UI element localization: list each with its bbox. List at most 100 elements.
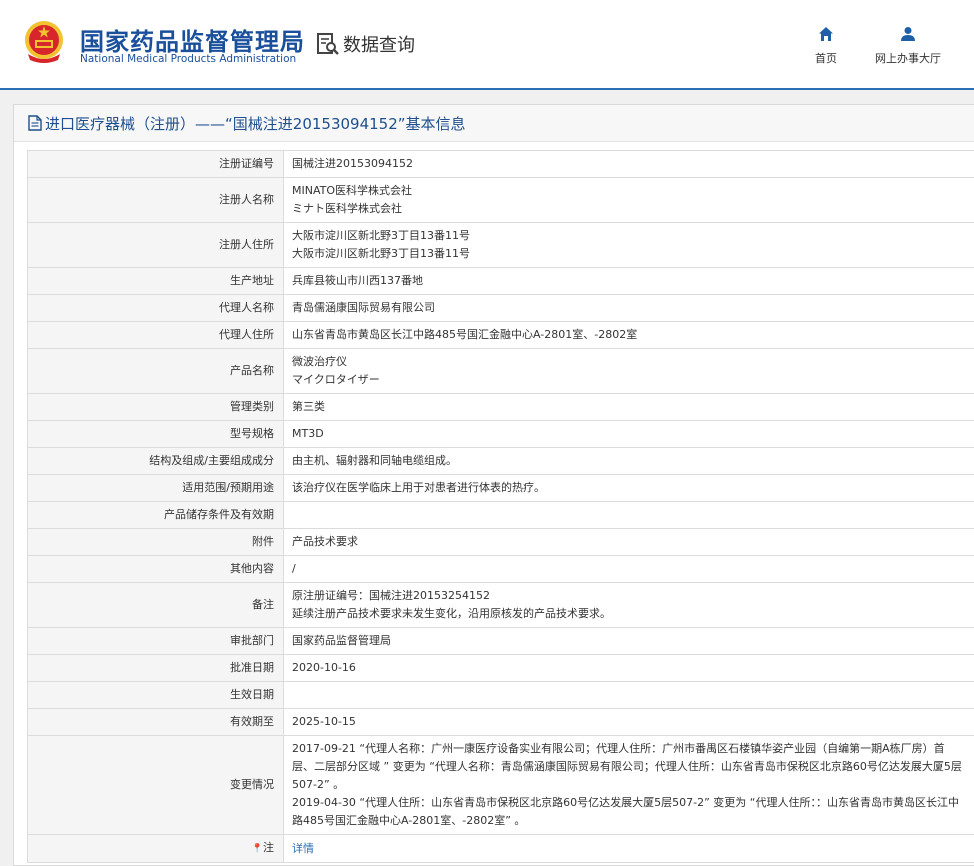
- detail-panel: 进口医疗器械（注册）——“国械注进20153094152”基本信息 注册证编号国…: [13, 104, 974, 866]
- field-value-line: 大阪市淀川区新北野3丁目13番11号: [292, 229, 470, 242]
- field-value-line: MINATO医科学株式会社: [292, 184, 413, 197]
- field-value-line: 微波治疗仪: [292, 355, 347, 368]
- field-label: 有效期至: [27, 708, 284, 736]
- field-value-line: 产品技术要求: [292, 535, 358, 548]
- table-row: 型号规格 MT3D: [27, 420, 974, 448]
- field-label: 注册人名称: [27, 177, 284, 223]
- field-value-line: 大阪市淀川区新北野3丁目13番11号: [292, 247, 470, 260]
- org-name-en: National Medical Products Administration: [80, 53, 297, 65]
- table-row: 附件 产品技术要求: [27, 528, 974, 556]
- org-name-cn: 国家药品监督管理局: [80, 28, 305, 56]
- field-label: 生产地址: [27, 267, 284, 295]
- table-row: 代理人名称 青岛儒涵康国际贸易有限公司: [27, 294, 974, 322]
- field-value: 产品技术要求: [283, 528, 974, 556]
- table-row: 备注 原注册证编号：国械注进20153254152 延续注册产品技术要求未发生变化，…: [27, 582, 974, 628]
- nav-online-hall[interactable]: 网上办事大厅: [868, 26, 948, 66]
- field-value: 该治疗仪在医学临床上用于对患者进行体表的热疗。: [283, 474, 974, 502]
- field-value-line: 2025-10-15: [292, 715, 356, 728]
- field-label: 备注: [27, 582, 284, 628]
- field-value-line: 原注册证编号：国械注进20153254152: [292, 589, 490, 602]
- field-value: 2020-10-16: [283, 654, 974, 682]
- site-header: 国家药品监督管理局 National Medical Products Admi…: [0, 0, 974, 90]
- field-value-line: 由主机、辐射器和同轴电缆组成。: [292, 454, 457, 467]
- details-link[interactable]: 详情: [292, 842, 314, 855]
- home-icon: [819, 27, 833, 41]
- field-value: 国家药品监督管理局: [283, 627, 974, 655]
- field-value-line: 兵库县筱山市川西137番地: [292, 274, 423, 287]
- table-row: 注册人名称 MINATO医科学株式会社 ミナト医科学株式会社: [27, 177, 974, 223]
- table-row: 生效日期: [27, 681, 974, 709]
- field-value-line: 2017-09-21 “代理人名称：广州一康医疗设备实业有限公司；代理人住所：广…: [292, 742, 962, 791]
- field-value: /: [283, 555, 974, 583]
- field-label: 产品名称: [27, 348, 284, 394]
- field-value-line: 青岛儒涵康国际贸易有限公司: [292, 301, 435, 314]
- field-value: 由主机、辐射器和同轴电缆组成。: [283, 447, 974, 475]
- field-value: 微波治疗仪マイクロタイザー: [283, 348, 974, 394]
- field-value-line: マイクロタイザー: [292, 373, 380, 386]
- field-value: MINATO医科学株式会社 ミナト医科学株式会社: [283, 177, 974, 223]
- document-icon: [28, 115, 42, 131]
- panel-title-bar: 进口医疗器械（注册）——“国械注进20153094152”基本信息: [14, 105, 974, 142]
- field-value: 兵库县筱山市川西137番地: [283, 267, 974, 295]
- nav-home-label: 首页: [815, 52, 837, 65]
- data-query-title: 数据查询: [316, 31, 415, 57]
- table-row: 变更情况 2017-09-21 “代理人名称：广州一康医疗设备实业有限公司；代理人…: [27, 735, 974, 835]
- field-value: 2017-09-21 “代理人名称：广州一康医疗设备实业有限公司；代理人住所：广…: [283, 735, 974, 835]
- table-row: 生产地址 兵库县筱山市川西137番地: [27, 267, 974, 295]
- note-label-cell: 📍注: [27, 834, 284, 863]
- table-row: 其他内容 /: [27, 555, 974, 583]
- field-label: 代理人住所: [27, 321, 284, 349]
- field-value-line: ミナト医科学株式会社: [292, 202, 402, 215]
- field-label: 附件: [27, 528, 284, 556]
- field-value: MT3D: [283, 420, 974, 448]
- field-label: 产品储存条件及有效期: [27, 501, 284, 529]
- note-value-cell: 详情: [283, 834, 974, 863]
- table-row: 注册证编号 国械注进20153094152: [27, 150, 974, 178]
- field-value-line: [292, 686, 966, 704]
- field-value-line: 山东省青岛市黄岛区长江中路485号国汇金融中心A-2801室、-2802室: [292, 328, 638, 341]
- field-label: 注册证编号: [27, 150, 284, 178]
- field-value: 山东省青岛市黄岛区长江中路485号国汇金融中心A-2801室、-2802室: [283, 321, 974, 349]
- field-label: 注册人住所: [27, 222, 284, 268]
- user-icon: [901, 27, 915, 41]
- field-label: 批准日期: [27, 654, 284, 682]
- field-value: [283, 501, 974, 529]
- field-value-line: MT3D: [292, 427, 324, 440]
- field-value-line: 2019-04-30 “代理人住所：山东省青岛市保税区北京路60号亿达发展大厦5…: [292, 796, 959, 827]
- table-row: 结构及组成/主要组成成分 由主机、辐射器和同轴电缆组成。: [27, 447, 974, 475]
- note-label: 注: [263, 841, 274, 854]
- field-label: 代理人名称: [27, 294, 284, 322]
- nav-home[interactable]: 首页: [810, 26, 842, 66]
- field-value: 大阪市淀川区新北野3丁目13番11号 大阪市淀川区新北野3丁目13番11号: [283, 222, 974, 268]
- table-row: 代理人住所 山东省青岛市黄岛区长江中路485号国汇金融中心A-2801室、-280…: [27, 321, 974, 349]
- field-value-line: 第三类: [292, 400, 325, 413]
- table-row: 适用范围/预期用途 该治疗仪在医学临床上用于对患者进行体表的热疗。: [27, 474, 974, 502]
- table-row-note: 📍注 详情: [27, 834, 974, 863]
- table-row: 产品储存条件及有效期: [27, 501, 974, 529]
- field-value: 第三类: [283, 393, 974, 421]
- field-label: 管理类别: [27, 393, 284, 421]
- table-row: 注册人住所 大阪市淀川区新北野3丁目13番11号 大阪市淀川区新北野3丁目13番11…: [27, 222, 974, 268]
- field-label: 型号规格: [27, 420, 284, 448]
- table-row: 产品名称 微波治疗仪マイクロタイザー: [27, 348, 974, 394]
- field-label: 适用范围/预期用途: [27, 474, 284, 502]
- field-label: 其他内容: [27, 555, 284, 583]
- field-value-line: [292, 506, 966, 524]
- field-value-line: 国家药品监督管理局: [292, 634, 391, 647]
- field-value-line: 延续注册产品技术要求未发生变化，沿用原核发的产品技术要求。: [292, 607, 611, 620]
- field-value: 青岛儒涵康国际贸易有限公司: [283, 294, 974, 322]
- field-value: [283, 681, 974, 709]
- field-label: 审批部门: [27, 627, 284, 655]
- field-value: 2025-10-15: [283, 708, 974, 736]
- field-value-line: 该治疗仪在医学临床上用于对患者进行体表的热疗。: [292, 481, 545, 494]
- table-row: 批准日期 2020-10-16: [27, 654, 974, 682]
- document-search-icon: [317, 33, 339, 55]
- field-value-line: /: [292, 562, 296, 575]
- field-label: 结构及组成/主要组成成分: [27, 447, 284, 475]
- info-table: 注册证编号 国械注进20153094152 注册人名称 MINATO医科学株式会社 ミナ…: [27, 150, 974, 863]
- field-label: 变更情况: [27, 735, 284, 835]
- national-emblem-icon: [25, 21, 63, 63]
- location-pin-icon: 📍: [251, 844, 263, 854]
- table-row: 管理类别 第三类: [27, 393, 974, 421]
- panel-title: 进口医疗器械（注册）——“国械注进20153094152”基本信息: [45, 114, 466, 133]
